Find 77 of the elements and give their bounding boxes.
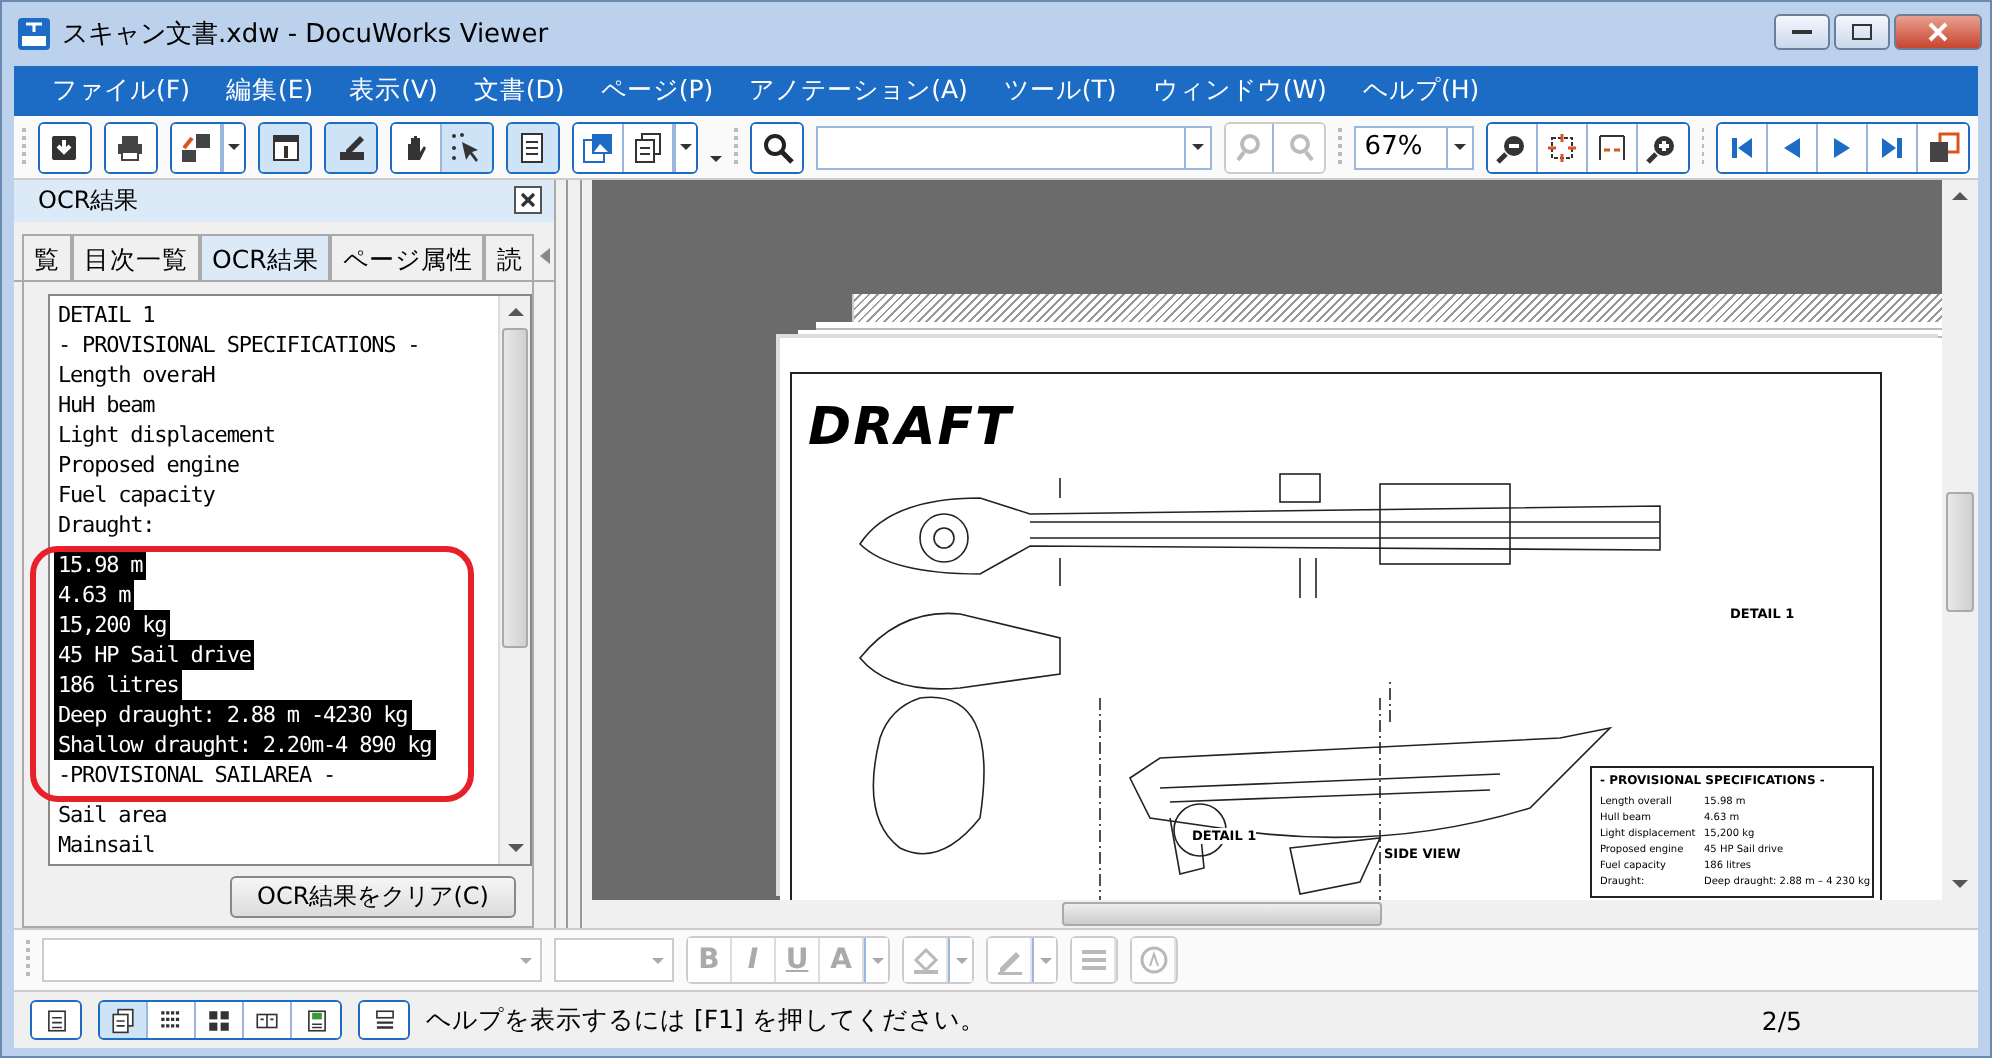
stacked-windows-icon bbox=[1927, 131, 1960, 163]
minimize-icon bbox=[1792, 28, 1812, 36]
panel-tab[interactable]: 覧 bbox=[22, 233, 72, 280]
menu-item[interactable]: 文書(D) bbox=[455, 74, 583, 108]
menu-item[interactable]: 編集(E) bbox=[207, 74, 332, 108]
menu-item[interactable]: ページ(P) bbox=[582, 74, 732, 108]
image-button[interactable] bbox=[573, 123, 624, 171]
drawing-title: DRAFT bbox=[808, 398, 1013, 458]
convert-button[interactable] bbox=[171, 123, 222, 171]
page-counter: 2/5 bbox=[1761, 1005, 1802, 1035]
menu-item[interactable]: アノテーション(A) bbox=[731, 74, 986, 108]
menu-item[interactable]: ツール(T) bbox=[985, 74, 1135, 108]
zoom-out-icon bbox=[1495, 131, 1528, 163]
list-view-icon bbox=[43, 1007, 69, 1033]
document-lines-icon bbox=[516, 131, 549, 163]
fit-width-icon bbox=[1595, 131, 1628, 163]
panel-tab[interactable]: 目次一覧 bbox=[72, 233, 200, 280]
printer-icon bbox=[114, 131, 147, 163]
close-icon bbox=[520, 192, 536, 209]
layout-icon bbox=[371, 1007, 397, 1033]
grid-view-icon bbox=[206, 1007, 232, 1033]
ocr-line: DETAIL 1 bbox=[56, 300, 157, 330]
paint-bucket-icon bbox=[909, 944, 941, 976]
ocr-line: Fuel capacity bbox=[56, 480, 217, 510]
ocr-line: Draught: bbox=[56, 510, 157, 540]
note-view-icon bbox=[303, 1007, 329, 1033]
ocr-line: Sail area bbox=[56, 800, 169, 830]
ocr-line: Mainsail bbox=[56, 830, 157, 860]
maximize-button[interactable] bbox=[1834, 14, 1890, 50]
rotate-icon bbox=[1137, 944, 1169, 976]
overflow-caret-icon[interactable] bbox=[710, 156, 723, 162]
line-style-icon bbox=[1077, 944, 1109, 976]
ocr-text-list[interactable] bbox=[48, 294, 532, 866]
ocr-line: - PROVISIONAL SPECIFICATIONS - bbox=[56, 330, 422, 360]
stacked-pages-icon bbox=[110, 1007, 136, 1033]
panel-tab[interactable]: OCR結果 bbox=[200, 233, 331, 280]
app-icon bbox=[18, 18, 50, 50]
panel-tab[interactable]: 読 bbox=[484, 233, 535, 280]
vertical-scrollbar[interactable] bbox=[498, 296, 530, 864]
magnifier-back-icon bbox=[1233, 131, 1265, 163]
menu-item[interactable]: ヘルプ(H) bbox=[1344, 74, 1498, 108]
menu-item[interactable]: ファイル(F) bbox=[34, 74, 208, 108]
ocr-line: HuH beam bbox=[56, 390, 157, 420]
stacked-pages-icon bbox=[631, 131, 664, 163]
panel-title: OCR結果 bbox=[38, 183, 139, 218]
select-button[interactable] bbox=[441, 123, 492, 171]
strip-view-icon bbox=[158, 1007, 184, 1033]
window-title: スキャン文書.xdw - DocuWorks Viewer bbox=[62, 18, 551, 52]
info-icon bbox=[269, 131, 302, 163]
close-icon bbox=[1928, 22, 1948, 42]
zoom-combo[interactable]: 67% bbox=[1354, 125, 1474, 169]
close-button[interactable] bbox=[514, 186, 542, 215]
ocr-line: Light displacement bbox=[56, 420, 277, 450]
pen-tray-icon bbox=[335, 131, 368, 163]
search-icon bbox=[761, 131, 794, 163]
pages-view-button[interactable] bbox=[100, 1002, 148, 1038]
panel-tab[interactable]: ページ属性 bbox=[330, 233, 485, 280]
ocr-line: Proposed engine bbox=[56, 450, 241, 480]
minimize-button[interactable] bbox=[1774, 14, 1830, 50]
convert-icon bbox=[179, 131, 212, 163]
hand-button[interactable] bbox=[392, 123, 442, 171]
fit-page-icon bbox=[1545, 131, 1578, 163]
arrow-cursor-icon bbox=[450, 131, 483, 163]
dropdown-button[interactable] bbox=[673, 123, 697, 171]
dropdown-button[interactable] bbox=[221, 123, 245, 171]
picture-icon bbox=[581, 131, 614, 163]
zoom-out-button[interactable] bbox=[1487, 123, 1538, 171]
menu-item[interactable]: 表示(V) bbox=[331, 74, 456, 108]
ocr-line: Length overaH bbox=[56, 360, 217, 390]
menu-item[interactable]: ウィンドウ(W) bbox=[1134, 74, 1345, 108]
clear-ocr-button[interactable]: OCR結果をクリア(C) bbox=[230, 876, 516, 918]
ocr-line: -PROVISIONAL SAILAREA - bbox=[56, 760, 338, 790]
tab-scroll-left-icon[interactable] bbox=[540, 248, 551, 265]
maximize-icon bbox=[1852, 24, 1872, 40]
first-button[interactable] bbox=[1718, 123, 1769, 171]
zoom-in-icon bbox=[1646, 131, 1679, 163]
status-message: ヘルプを表示するには [F1] を押してください。 bbox=[426, 1003, 988, 1037]
